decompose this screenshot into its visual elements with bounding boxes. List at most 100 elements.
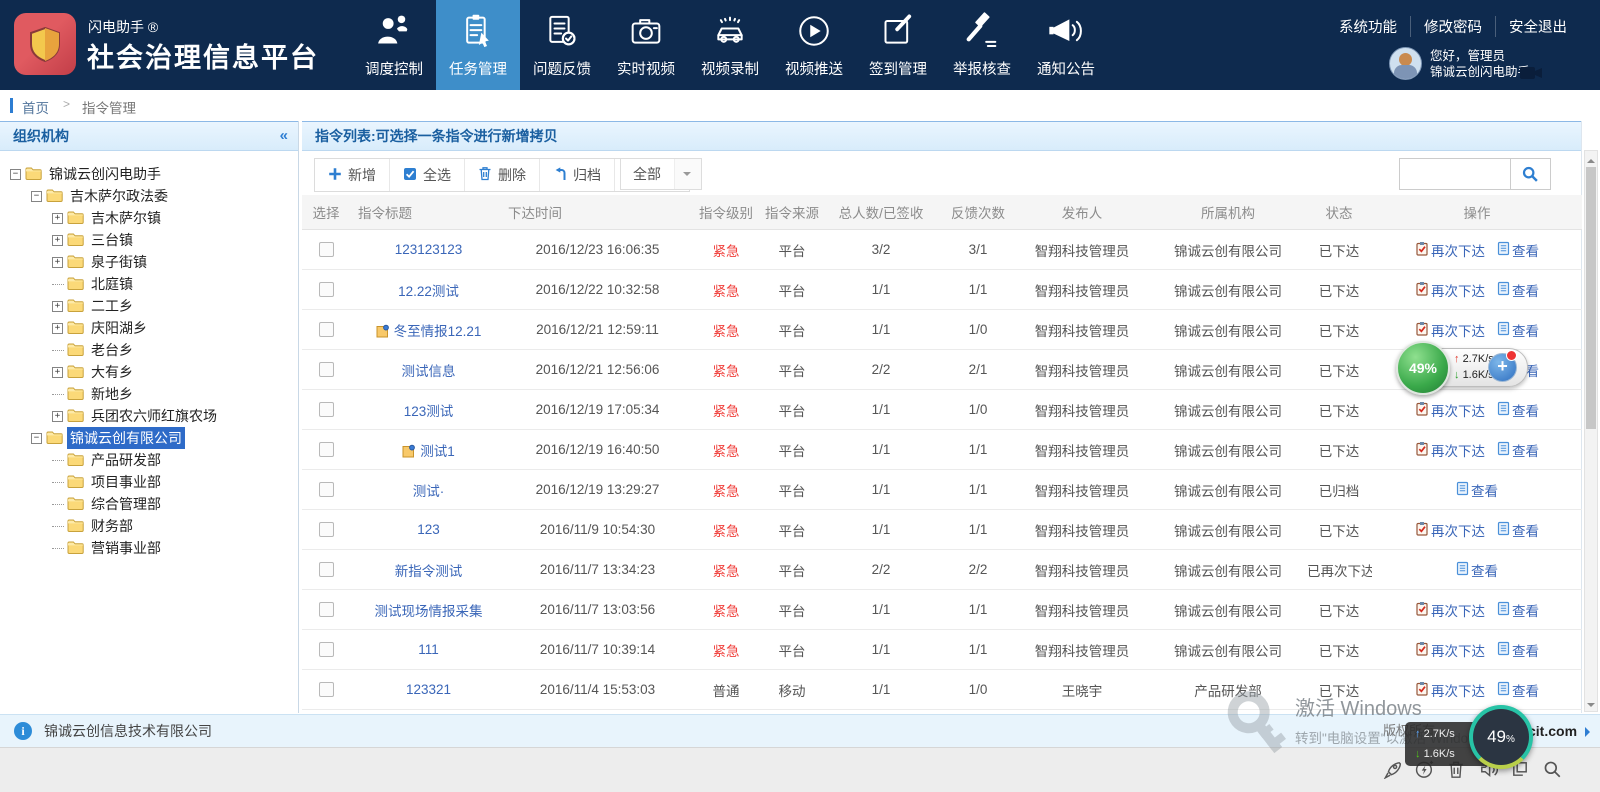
tree-expand-toggle[interactable]: + bbox=[52, 213, 63, 224]
instruction-title-link[interactable]: 123321 bbox=[406, 682, 451, 697]
resend-link[interactable]: 再次下达 bbox=[1415, 680, 1485, 700]
tree-node[interactable]: 产品研发部 bbox=[0, 449, 298, 471]
tree-node-label[interactable]: 老台乡 bbox=[88, 339, 136, 361]
tree-node-label[interactable]: 大有乡 bbox=[88, 361, 136, 383]
footer-arrow-icon[interactable] bbox=[1585, 727, 1595, 737]
tree-node-label[interactable]: 新地乡 bbox=[88, 383, 136, 405]
tree-node-label[interactable]: 营销事业部 bbox=[88, 537, 164, 559]
tree-collapse-toggle[interactable]: − bbox=[31, 433, 42, 444]
instruction-title-link[interactable]: 12.22测试 bbox=[398, 284, 459, 299]
resend-link[interactable]: 再次下达 bbox=[1415, 600, 1485, 620]
instruction-title-link[interactable]: 测试信息 bbox=[402, 364, 456, 379]
rocket-icon[interactable] bbox=[1382, 759, 1402, 779]
row-checkbox[interactable] bbox=[319, 282, 334, 297]
logout-link[interactable]: 安全退出 bbox=[1495, 16, 1580, 37]
view-link[interactable]: 查看 bbox=[1497, 600, 1539, 620]
tree-node-label[interactable]: 综合管理部 bbox=[88, 493, 164, 515]
tree-node[interactable]: + 大有乡 bbox=[0, 361, 298, 383]
resend-link[interactable]: 再次下达 bbox=[1415, 240, 1485, 260]
instruction-title-link[interactable]: 测试1 bbox=[420, 444, 455, 459]
row-checkbox[interactable] bbox=[319, 642, 334, 657]
view-link[interactable]: 查看 bbox=[1456, 480, 1498, 500]
tree-node-label[interactable]: 项目事业部 bbox=[88, 471, 164, 493]
tree-node-label[interactable]: 锦诚云创有限公司 bbox=[67, 427, 185, 449]
tree-node-label[interactable]: 兵团农六师红旗农场 bbox=[88, 405, 220, 427]
row-checkbox[interactable] bbox=[319, 362, 334, 377]
tree-node[interactable]: + 三台镇 bbox=[0, 229, 298, 251]
tree-expand-toggle[interactable]: + bbox=[52, 235, 63, 246]
zoom-search-icon[interactable] bbox=[1542, 759, 1562, 779]
resend-link[interactable]: 再次下达 bbox=[1415, 280, 1485, 300]
tree-node[interactable]: 北庭镇 bbox=[0, 273, 298, 295]
row-checkbox[interactable] bbox=[319, 482, 334, 497]
progress-ring[interactable]: 49% bbox=[1469, 705, 1533, 769]
row-checkbox[interactable] bbox=[319, 522, 334, 537]
collapse-sidebar-button[interactable]: « bbox=[280, 122, 288, 150]
tree-expand-toggle[interactable]: + bbox=[52, 367, 63, 378]
speed-widget[interactable]: ↑ 2.7K/s ↓ 1.6K/s 49% + bbox=[1396, 341, 1528, 393]
view-link[interactable]: 查看 bbox=[1497, 640, 1539, 660]
view-link[interactable]: 查看 bbox=[1456, 560, 1498, 580]
tree-node-label[interactable]: 三台镇 bbox=[88, 229, 136, 251]
scrollbar-thumb[interactable] bbox=[1586, 167, 1596, 429]
nav-item-notice-announcement[interactable]: 通知公告 bbox=[1024, 0, 1108, 90]
nav-item-video-recording[interactable]: 视频录制 bbox=[688, 0, 772, 90]
tree-node[interactable]: 财务部 bbox=[0, 515, 298, 537]
row-checkbox[interactable] bbox=[319, 242, 334, 257]
scroll-down-arrow[interactable] bbox=[1585, 697, 1597, 711]
tree-node-label[interactable]: 锦诚云创闪电助手 bbox=[46, 163, 164, 185]
tree-node[interactable]: + 泉子街镇 bbox=[0, 251, 298, 273]
tree-node-label[interactable]: 北庭镇 bbox=[88, 273, 136, 295]
tree-node[interactable]: +兵团农六师红旗农场 bbox=[0, 405, 298, 427]
vertical-scrollbar[interactable] bbox=[1584, 150, 1598, 712]
tree-collapse-toggle[interactable]: − bbox=[31, 191, 42, 202]
tree-node-label[interactable]: 二工乡 bbox=[88, 295, 136, 317]
search-input[interactable] bbox=[1399, 158, 1511, 190]
tree-collapse-toggle[interactable]: − bbox=[10, 169, 21, 180]
tree-node[interactable]: 新地乡 bbox=[0, 383, 298, 405]
tree-node[interactable]: −吉木萨尔政法委 bbox=[0, 185, 298, 207]
nav-item-dispatch-control[interactable]: 调度控制 bbox=[352, 0, 436, 90]
change-password-link[interactable]: 修改密码 bbox=[1410, 16, 1495, 37]
tree-expand-toggle[interactable]: + bbox=[52, 257, 63, 268]
row-checkbox[interactable] bbox=[319, 682, 334, 697]
view-link[interactable]: 查看 bbox=[1497, 400, 1539, 420]
system-functions-link[interactable]: 系统功能 bbox=[1326, 16, 1410, 37]
instruction-title-link[interactable]: 测试现场情报采集 bbox=[375, 604, 483, 619]
nav-item-task-management[interactable]: 任务管理 bbox=[436, 0, 520, 90]
tree-node[interactable]: 营销事业部 bbox=[0, 537, 298, 559]
instruction-title-link[interactable]: 冬至情报12.21 bbox=[394, 324, 482, 339]
avatar[interactable] bbox=[1389, 47, 1422, 80]
instruction-title-link[interactable]: 111 bbox=[418, 642, 439, 657]
tree-node[interactable]: 项目事业部 bbox=[0, 471, 298, 493]
tree-node[interactable]: +吉木萨尔镇 bbox=[0, 207, 298, 229]
tree-expand-toggle[interactable]: + bbox=[52, 301, 63, 312]
tree-node-label[interactable]: 泉子街镇 bbox=[88, 251, 150, 273]
view-link[interactable]: 查看 bbox=[1497, 520, 1539, 540]
nav-item-issue-feedback[interactable]: 问题反馈 bbox=[520, 0, 604, 90]
instruction-title-link[interactable]: 123 bbox=[417, 522, 440, 537]
toolbar-delete-button[interactable]: 删除 bbox=[465, 159, 540, 191]
tree-node[interactable]: 老台乡 bbox=[0, 339, 298, 361]
row-checkbox[interactable] bbox=[319, 562, 334, 577]
tree-node-label[interactable]: 财务部 bbox=[88, 515, 136, 537]
nav-item-checkin-management[interactable]: 签到管理 bbox=[856, 0, 940, 90]
search-button[interactable] bbox=[1511, 158, 1551, 190]
tree-node[interactable]: − 锦诚云创闪电助手 bbox=[0, 163, 298, 185]
resend-link[interactable]: 再次下达 bbox=[1415, 320, 1485, 340]
breadcrumb-home[interactable]: 首页 bbox=[22, 97, 49, 117]
nav-item-live-video[interactable]: 实时视频 bbox=[604, 0, 688, 90]
resend-link[interactable]: 再次下达 bbox=[1415, 440, 1485, 460]
row-checkbox[interactable] bbox=[319, 602, 334, 617]
instruction-title-link[interactable]: 123123123 bbox=[395, 242, 463, 257]
nav-item-video-push[interactable]: 视频推送 bbox=[772, 0, 856, 90]
instruction-title-link[interactable]: 新指令测试 bbox=[395, 564, 463, 579]
instruction-title-link[interactable]: 测试· bbox=[413, 484, 445, 499]
tree-node[interactable]: +庆阳湖乡 bbox=[0, 317, 298, 339]
filter-dropdown[interactable]: 全部 bbox=[620, 158, 702, 190]
nav-item-report-check[interactable]: 举报核查 bbox=[940, 0, 1024, 90]
instruction-title-link[interactable]: 123测试 bbox=[404, 404, 454, 419]
row-checkbox[interactable] bbox=[319, 322, 334, 337]
view-link[interactable]: 查看 bbox=[1497, 240, 1539, 260]
view-link[interactable]: 查看 bbox=[1497, 320, 1539, 340]
